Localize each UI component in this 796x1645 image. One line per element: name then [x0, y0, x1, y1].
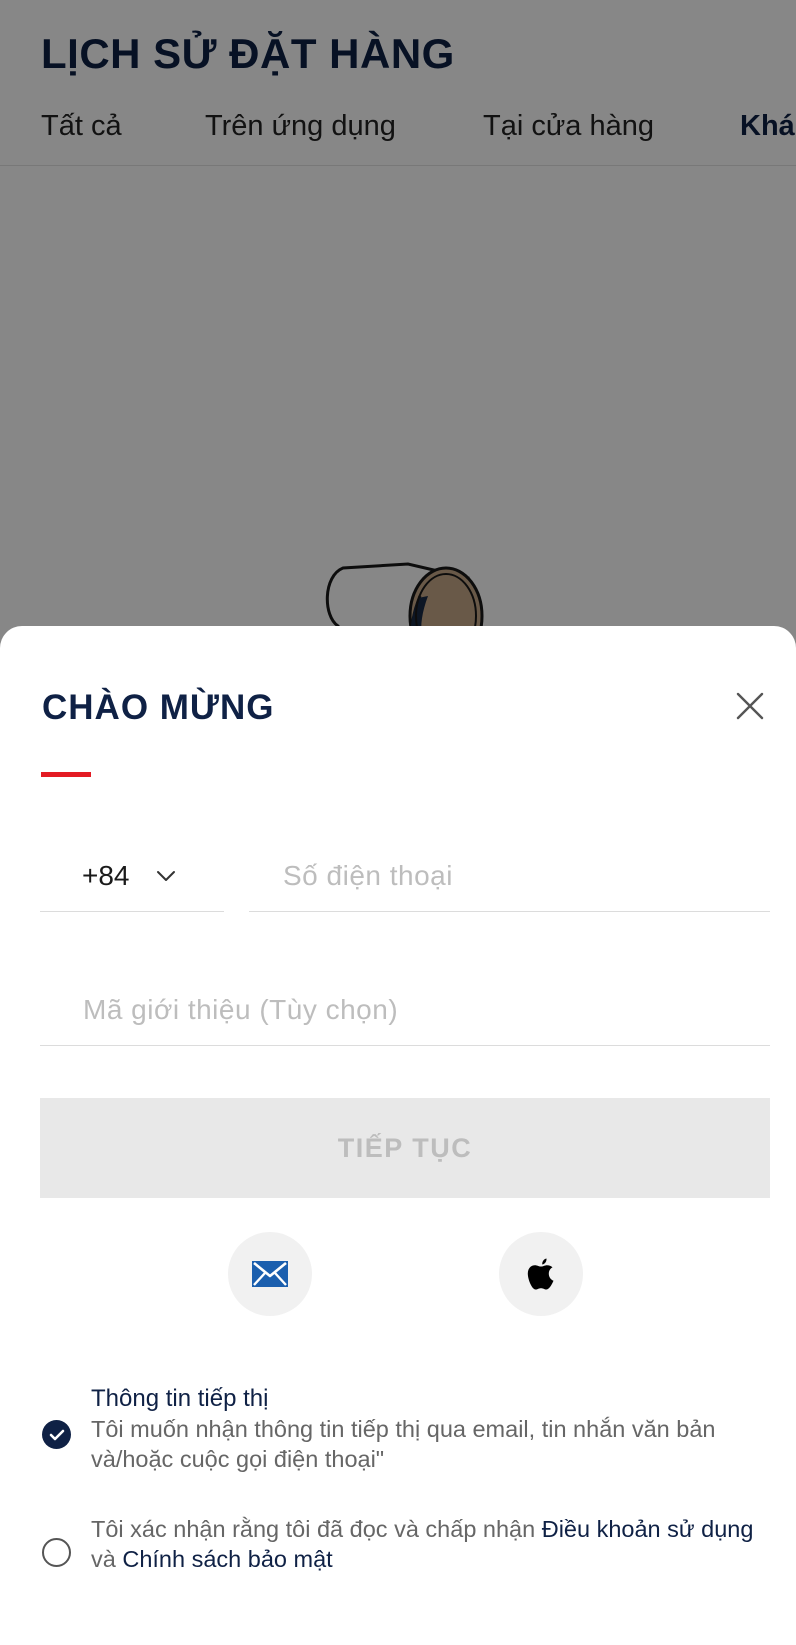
- apple-icon: [527, 1258, 554, 1290]
- terms-consent: Tôi xác nhận rằng tôi đã đọc và chấp nhậ…: [42, 1514, 762, 1574]
- phone-field: [249, 840, 770, 912]
- envelope-icon: [252, 1261, 288, 1287]
- referral-code-input[interactable]: [40, 974, 770, 1045]
- chevron-down-icon: [156, 870, 176, 882]
- email-login-button[interactable]: [228, 1232, 312, 1316]
- screen: LỊCH SỬ ĐẶT HÀNG Tất cả Trên ứng dụng Tạ…: [0, 0, 796, 1645]
- close-icon: [736, 692, 764, 720]
- checkmark-icon: [49, 1429, 64, 1440]
- terms-prefix: Tôi xác nhận rằng tôi đã đọc và chấp nhậ…: [91, 1516, 542, 1542]
- marketing-description: Tôi muốn nhận thông tin tiếp thị qua ema…: [91, 1416, 716, 1472]
- marketing-consent-text: Thông tin tiếp thị Tôi muốn nhận thông t…: [91, 1384, 762, 1474]
- terms-consent-text: Tôi xác nhận rằng tôi đã đọc và chấp nhậ…: [91, 1514, 762, 1574]
- marketing-title: Thông tin tiếp thị: [91, 1385, 269, 1412]
- close-button[interactable]: [728, 684, 772, 728]
- marketing-checkbox[interactable]: [42, 1420, 71, 1449]
- country-code-value: +84: [82, 859, 130, 891]
- privacy-policy-link[interactable]: Chính sách bảo mật: [122, 1546, 332, 1572]
- sheet-title: CHÀO MỪNG: [42, 688, 275, 727]
- terms-checkbox[interactable]: [42, 1538, 71, 1567]
- country-code-select[interactable]: +84: [40, 840, 224, 912]
- marketing-consent: Thông tin tiếp thị Tôi muốn nhận thông t…: [42, 1384, 762, 1474]
- phone-input[interactable]: [249, 840, 770, 911]
- apple-login-button[interactable]: [499, 1232, 583, 1316]
- terms-of-use-link[interactable]: Điều khoản sử dụng: [542, 1516, 754, 1542]
- continue-button[interactable]: TIẾP TỤC: [40, 1098, 770, 1198]
- referral-field: [40, 974, 770, 1046]
- title-accent-bar: [41, 772, 91, 777]
- terms-connector: và: [91, 1546, 123, 1572]
- welcome-sheet: CHÀO MỪNG +84 TIẾP TỤC: [0, 626, 796, 1645]
